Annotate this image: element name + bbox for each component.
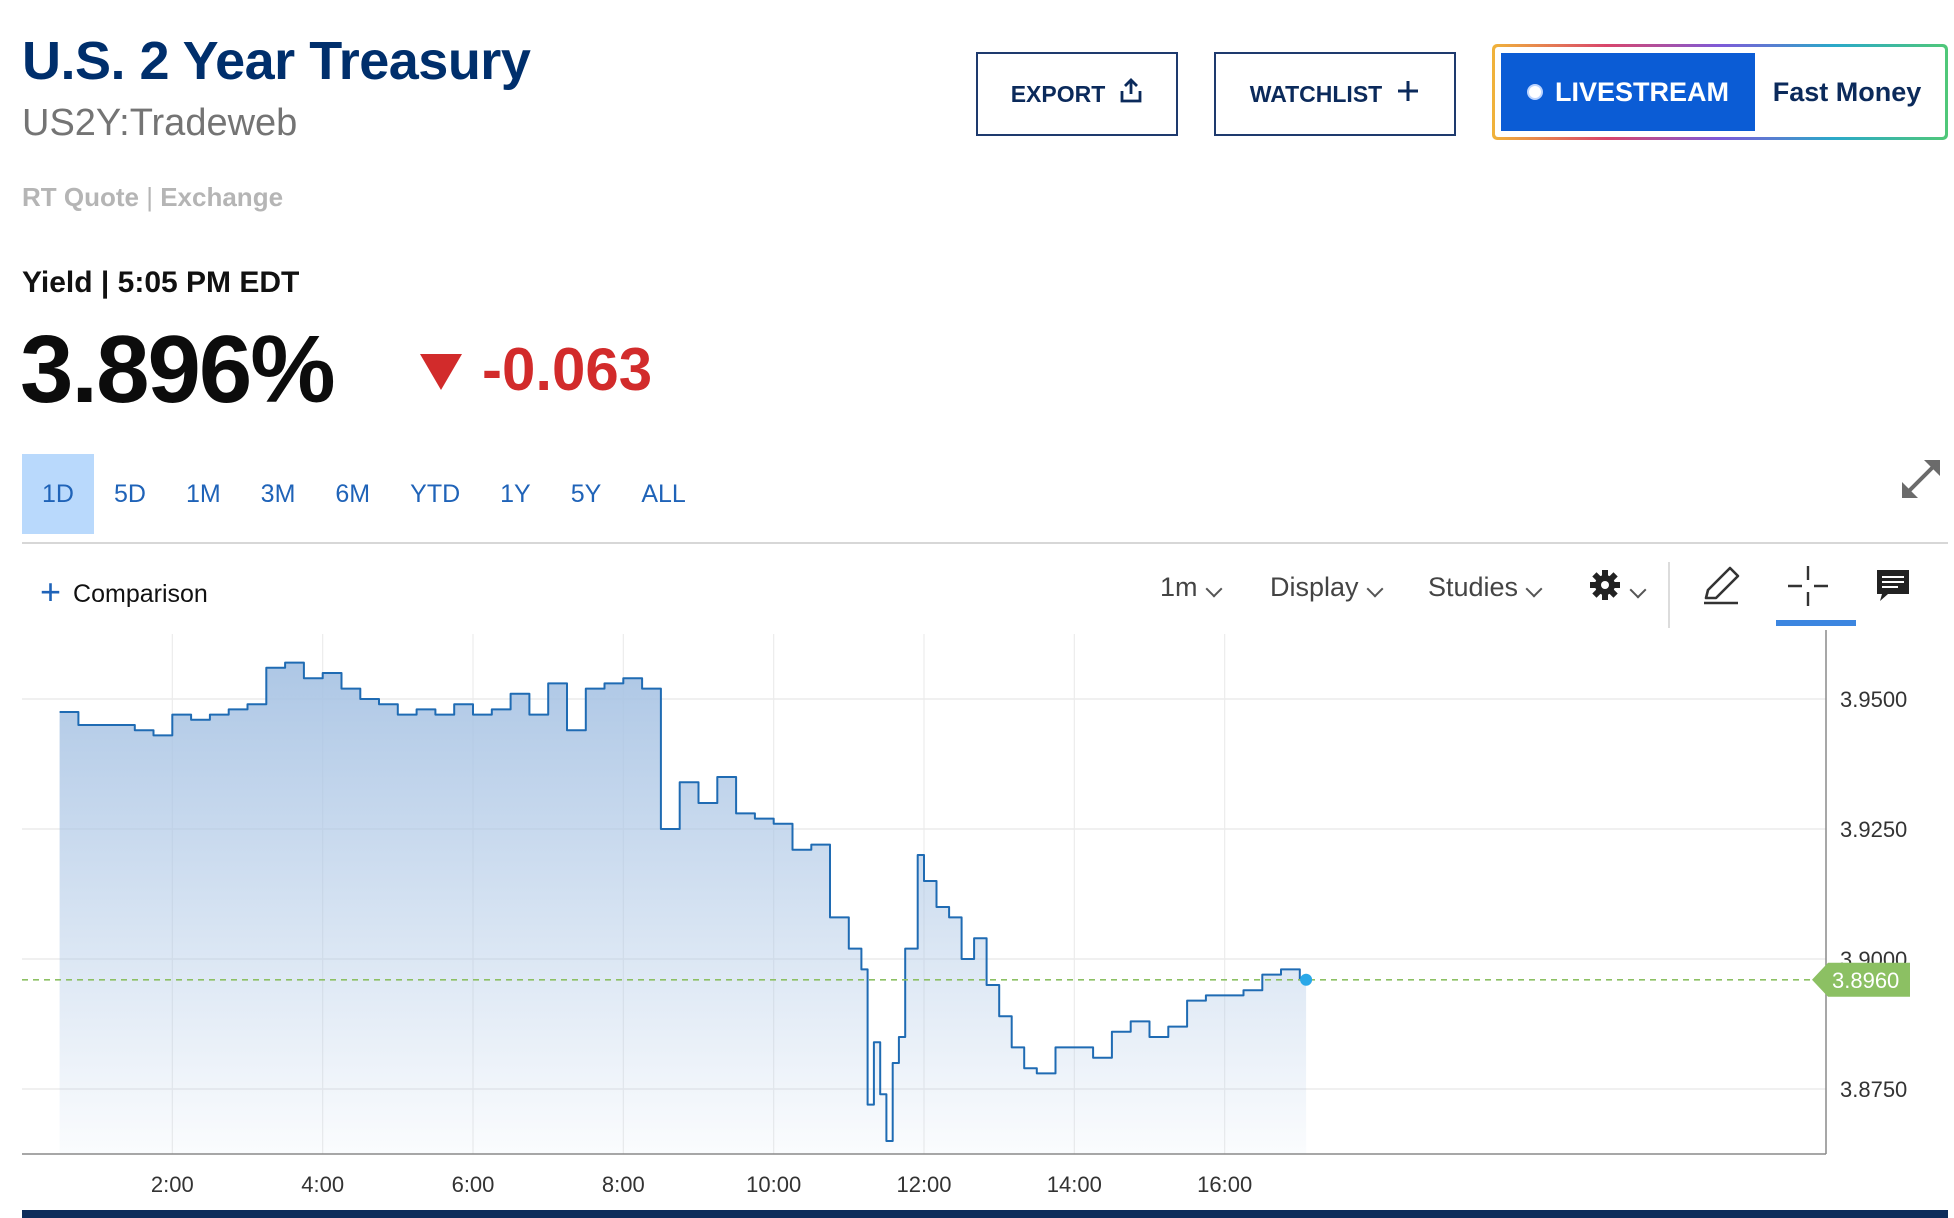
chevron-down-icon xyxy=(1629,581,1647,598)
x-tick-label: 14:00 xyxy=(1047,1172,1102,1197)
range-tab-1m[interactable]: 1M xyxy=(166,454,241,534)
bottom-border xyxy=(22,1210,1948,1218)
plus-icon xyxy=(1396,79,1420,109)
watchlist-label: WATCHLIST xyxy=(1249,80,1383,107)
fast-money-link[interactable]: Fast Money xyxy=(1755,77,1939,108)
x-tick-label: 8:00 xyxy=(602,1172,645,1197)
down-arrow-icon xyxy=(420,354,462,390)
pencil-icon[interactable] xyxy=(1700,564,1742,606)
range-tab-3m[interactable]: 3M xyxy=(241,454,316,534)
y-tick-label: 3.9250 xyxy=(1840,817,1907,842)
series-area xyxy=(59,662,1307,1154)
range-tab-5d[interactable]: 5D xyxy=(94,454,166,534)
toolbar-divider xyxy=(1668,562,1670,628)
livestream-button[interactable]: LIVESTREAM xyxy=(1501,53,1755,131)
livestream-banner: LIVESTREAM Fast Money xyxy=(1492,44,1948,140)
range-tab-all[interactable]: ALL xyxy=(621,454,705,534)
range-tab-1y[interactable]: 1Y xyxy=(480,454,551,534)
range-tab-ytd[interactable]: YTD xyxy=(390,454,480,534)
live-dot-icon xyxy=(1526,84,1543,100)
range-tab-6m[interactable]: 6M xyxy=(315,454,390,534)
livestream-inner: LIVESTREAM Fast Money xyxy=(1495,47,1945,137)
chart-divider xyxy=(22,542,1948,544)
y-tick-label: 3.9500 xyxy=(1840,687,1907,712)
price-change: -0.063 xyxy=(482,336,653,403)
last-point xyxy=(1300,973,1313,986)
watchlist-button[interactable]: WATCHLIST xyxy=(1214,52,1456,136)
comparison-button[interactable]: + Comparison xyxy=(40,574,208,610)
chevron-down-icon xyxy=(1366,580,1384,597)
crosshair-icon[interactable] xyxy=(1786,564,1830,608)
yield-label: Yield | 5:05 PM EDT xyxy=(22,266,300,299)
chevron-down-icon xyxy=(1525,580,1543,597)
page-title: U.S. 2 Year Treasury xyxy=(22,31,531,91)
quote-type: RT Quote | Exchange xyxy=(22,182,283,213)
studies-menu[interactable]: Studies xyxy=(1428,572,1543,603)
display-menu[interactable]: Display xyxy=(1270,572,1384,603)
quote-separator: | xyxy=(139,182,161,212)
display-label: Display xyxy=(1270,572,1359,602)
active-tool-indicator xyxy=(1776,620,1856,626)
comment-icon[interactable] xyxy=(1874,566,1912,604)
quote-source: Exchange xyxy=(160,182,284,212)
x-tick-label: 2:00 xyxy=(151,1172,194,1197)
range-tab-1d[interactable]: 1D xyxy=(22,454,94,534)
livestream-label: LIVESTREAM xyxy=(1554,76,1729,107)
x-tick-label: 6:00 xyxy=(452,1172,495,1197)
y-tick-label: 3.8750 xyxy=(1840,1077,1907,1102)
settings-menu[interactable] xyxy=(1588,568,1647,609)
export-label: EXPORT xyxy=(1010,80,1106,107)
expand-icon[interactable] xyxy=(1896,454,1946,504)
last-price: 3.896% xyxy=(20,316,336,423)
price-chart[interactable]: 3.87503.90003.92503.95002:00 4:00 6:00 8:00… xyxy=(0,630,1954,1210)
interval-select[interactable]: 1m xyxy=(1160,572,1223,603)
share-icon xyxy=(1119,78,1143,110)
gear-icon xyxy=(1588,568,1622,609)
plus-icon: + xyxy=(40,571,62,612)
range-tabs: 1D 5D 1M 3M 6M YTD 1Y 5Y ALL xyxy=(22,454,706,534)
x-tick-label: 16:00 xyxy=(1197,1172,1252,1197)
x-tick-label: 10:00 xyxy=(746,1172,801,1197)
x-tick-label: 4:00 xyxy=(301,1172,344,1197)
studies-label: Studies xyxy=(1428,572,1519,602)
export-button[interactable]: EXPORT xyxy=(976,52,1178,136)
chevron-down-icon xyxy=(1205,580,1223,597)
quote-type-label: RT Quote xyxy=(22,182,139,212)
x-tick-label: 12:00 xyxy=(896,1172,951,1197)
last-value-label: 3.8960 xyxy=(1832,968,1899,993)
interval-value: 1m xyxy=(1160,572,1198,602)
comparison-label: Comparison xyxy=(73,579,208,608)
range-tab-5y[interactable]: 5Y xyxy=(551,454,622,534)
ticker-symbol: US2Y:Tradeweb xyxy=(22,102,298,144)
